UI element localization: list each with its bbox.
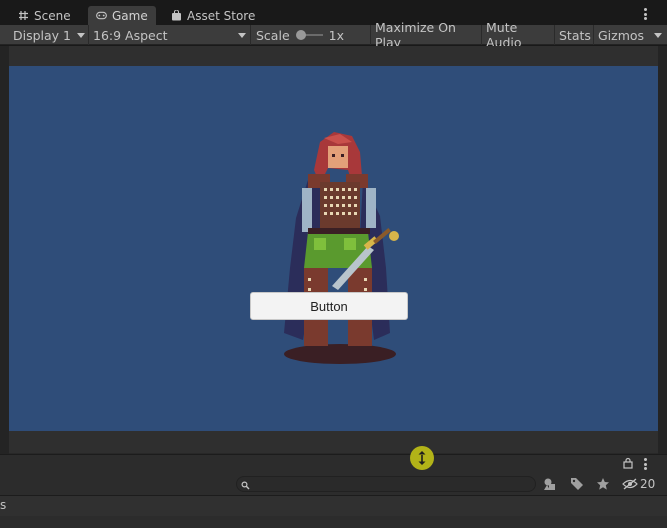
game-toolbar: Display 1 16:9 Aspect Scale 1x Maximize … <box>0 20 667 50</box>
letterbox-top <box>9 46 658 66</box>
filter-by-type-icon[interactable] <box>543 477 557 491</box>
chevron-down-icon <box>654 32 662 38</box>
stats-label: Stats <box>559 27 591 43</box>
game-ui-button[interactable]: Button <box>250 292 408 320</box>
panel-options-icon[interactable] <box>643 458 647 470</box>
chevron-down-icon <box>238 32 246 38</box>
eye-hidden-icon <box>622 478 638 490</box>
gizmos-label: Gizmos <box>598 27 645 43</box>
gizmos-toggle[interactable]: Gizmos <box>594 25 654 45</box>
search-icon <box>241 479 250 490</box>
scale-track[interactable] <box>295 30 323 40</box>
chevron-down-icon <box>77 32 86 38</box>
letterbox-bottom <box>9 431 658 453</box>
tag-icon[interactable] <box>570 477 584 491</box>
tab-label: Asset Store <box>187 8 256 23</box>
tab-bar: Scene Game Asset Store <box>0 0 667 25</box>
aspect-label: 16:9 Aspect <box>93 27 168 43</box>
hidden-count: 20 <box>640 477 656 491</box>
resize-handle[interactable] <box>410 446 434 470</box>
viewport-left-edge <box>0 46 9 454</box>
tab-game[interactable]: Game <box>88 6 156 25</box>
tab-label: Scene <box>34 8 71 23</box>
gizmos-dropdown[interactable] <box>652 25 667 45</box>
hidden-objects-counter[interactable]: 20 <box>622 476 655 492</box>
panel-body <box>0 516 667 528</box>
hierarchy-header <box>0 454 667 474</box>
display-label: Display 1 <box>13 27 72 43</box>
gamepad-icon <box>96 10 107 21</box>
scale-value: 1x <box>328 27 344 43</box>
scale-label: Scale <box>256 27 290 43</box>
list-item[interactable]: s <box>0 496 667 516</box>
tab-options-icon[interactable] <box>643 8 647 20</box>
scale-slider[interactable]: Scale 1x <box>251 25 371 45</box>
stats-toggle[interactable]: Stats <box>555 25 594 45</box>
aspect-dropdown[interactable]: 16:9 Aspect <box>89 25 251 45</box>
search-input[interactable] <box>236 476 536 492</box>
shopping-bag-icon <box>171 10 182 21</box>
display-dropdown[interactable]: Display 1 <box>0 25 89 45</box>
star-icon[interactable] <box>596 477 610 491</box>
maximize-on-play-toggle[interactable]: Maximize On Play <box>371 20 482 50</box>
vertical-resize-icon <box>418 451 426 465</box>
list-item-label: s <box>0 498 7 512</box>
character-sprite <box>284 132 399 364</box>
mute-audio-toggle[interactable]: Mute Audio <box>482 20 555 50</box>
tab-label: Game <box>112 8 148 23</box>
tab-scene[interactable]: Scene <box>10 6 79 25</box>
grid-icon <box>18 10 29 21</box>
unity-editor: Scene Game Asset Store Display 1 16:9 As… <box>0 0 667 528</box>
scale-knob[interactable] <box>295 30 306 40</box>
tab-asset-store[interactable]: Asset Store <box>163 6 263 25</box>
lock-icon[interactable] <box>622 457 634 469</box>
viewport-right-edge <box>658 46 667 454</box>
